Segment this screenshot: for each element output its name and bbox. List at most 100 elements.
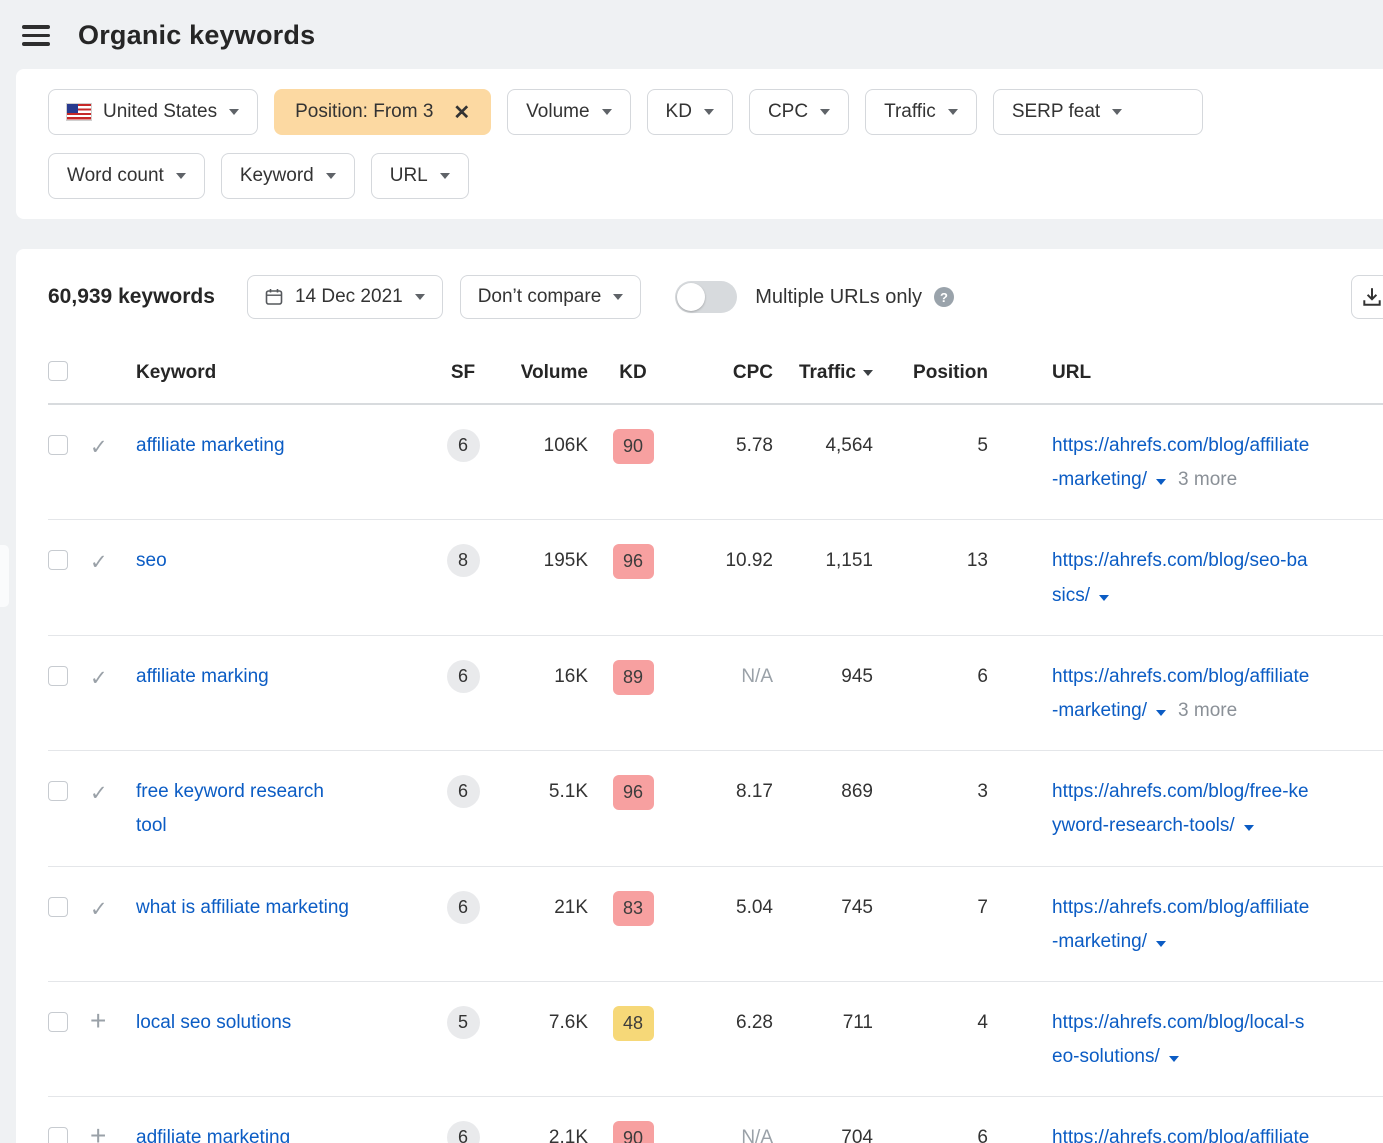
url-dropdown-icon[interactable] [1156,479,1166,485]
traffic-value: 745 [841,897,873,918]
column-header-traffic[interactable]: Traffic [773,343,873,404]
more-link[interactable]: 3 more [1178,700,1237,721]
volume-value: 106K [544,435,588,456]
cpc-value: 10.92 [725,550,773,571]
position-filter-active[interactable]: Position: From 3 ✕ [274,89,491,135]
volume-value: 21K [554,897,588,918]
country-filter[interactable]: United States [48,89,258,135]
export-icon [1361,286,1383,308]
keyword-link[interactable]: free keyword research tool [136,775,358,843]
menu-icon[interactable] [22,21,50,50]
volume-filter[interactable]: Volume [507,89,630,135]
url-dropdown-icon[interactable] [1169,1056,1179,1062]
keyword-filter[interactable]: Keyword [221,153,355,199]
chevron-down-icon [1112,109,1122,115]
page-title: Organic keywords [78,20,315,51]
traffic-value: 1,151 [825,550,873,571]
row-checkbox[interactable] [48,550,68,570]
sort-desc-icon [863,370,873,376]
column-header-keyword[interactable]: Keyword [136,343,438,404]
date-picker[interactable]: 14 Dec 2021 [247,275,443,319]
word-count-filter[interactable]: Word count [48,153,205,199]
url-link[interactable]: https://ahrefs.com/blog/free-keyword-res… [1052,781,1309,836]
us-flag-icon [67,104,91,120]
column-header-position[interactable]: Position [873,343,988,404]
url-dropdown-icon[interactable] [1099,595,1109,601]
column-header-kd[interactable]: KD [588,343,678,404]
traffic-value: 945 [841,666,873,687]
keyword-link[interactable]: affiliate marketing [136,429,285,463]
table-toolbar: 60,939 keywords 14 Dec 2021 Don’t compar… [16,249,1383,343]
compare-dropdown[interactable]: Don’t compare [460,275,642,319]
url-link[interactable]: https://ahrefs.com/blog/affiliate-market… [1052,897,1309,952]
scrollbar-thumb[interactable] [0,545,9,607]
table-row: ✓ affiliate marking 6 16K 89 N/A 945 6 h… [48,635,1383,750]
traffic-value: 4,564 [825,435,873,456]
chevron-down-icon [613,294,623,300]
multiple-urls-toggle[interactable] [675,281,737,313]
kd-badge: 96 [613,544,654,579]
column-header-cpc[interactable]: CPC [678,343,773,404]
calendar-icon [265,288,283,306]
chevron-down-icon [704,109,714,115]
position-value: 7 [977,897,988,918]
kd-badge: 83 [613,891,654,926]
keyword-link[interactable]: affiliate marking [136,660,269,694]
add-icon[interactable]: + [90,1006,106,1036]
keyword-link[interactable]: what is affiliate marketing [136,891,349,925]
export-button[interactable] [1351,275,1383,319]
traffic-filter[interactable]: Traffic [865,89,977,135]
row-checkbox[interactable] [48,897,68,917]
close-icon[interactable]: ✕ [453,100,470,125]
row-checkbox[interactable] [48,435,68,455]
volume-value: 195K [544,550,588,571]
position-value: 6 [977,666,988,687]
volume-value: 7.6K [549,1012,588,1033]
row-checkbox[interactable] [48,1127,68,1143]
kd-badge: 90 [613,1121,654,1143]
sf-badge: 5 [447,1006,480,1039]
url-dropdown-icon[interactable] [1244,825,1254,831]
position-value: 3 [977,781,988,802]
row-checkbox[interactable] [48,1012,68,1032]
column-header-sf[interactable]: SF [438,343,488,404]
serp-features-filter[interactable]: SERP feat [993,89,1203,135]
column-header-url[interactable]: URL [988,343,1383,404]
table-row: ✓ free keyword research tool 6 5.1K 96 8… [48,751,1383,866]
keyword-link[interactable]: seo [136,544,167,578]
kd-filter[interactable]: KD [647,89,733,135]
row-checkbox[interactable] [48,666,68,686]
chevron-down-icon [326,173,336,179]
chevron-down-icon [229,109,239,115]
position-value: 13 [967,550,988,571]
table-row: ✓ seo 8 195K 96 10.92 1,151 13 https://a… [48,520,1383,635]
help-icon[interactable]: ? [934,287,954,307]
url-link[interactable]: https://ahrefs.com/blog/seo-basics/ [1052,550,1308,605]
table-row: ✓ what is affiliate marketing 6 21K 83 5… [48,866,1383,981]
table-row: + local seo solutions 5 7.6K 48 6.28 711… [48,981,1383,1096]
keyword-link[interactable]: local seo solutions [136,1006,291,1040]
url-dropdown-icon[interactable] [1156,941,1166,947]
multiple-urls-label: Multiple URLs only [755,286,922,309]
chevron-down-icon [948,109,958,115]
traffic-value: 869 [841,781,873,802]
row-checkbox[interactable] [48,781,68,801]
position-value: 5 [977,435,988,456]
check-icon: ✓ [90,891,108,929]
kd-badge: 89 [613,660,654,695]
url-filter[interactable]: URL [371,153,469,199]
url-dropdown-icon[interactable] [1156,710,1166,716]
keyword-link[interactable]: adfiliate marketing [136,1121,290,1143]
check-icon: ✓ [90,660,108,698]
column-header-volume[interactable]: Volume [488,343,588,404]
url-link[interactable]: https://ahrefs.com/blog/affiliate-market… [1052,1127,1309,1143]
cpc-filter[interactable]: CPC [749,89,849,135]
chevron-down-icon [440,173,450,179]
keywords-panel: 60,939 keywords 14 Dec 2021 Don’t compar… [16,249,1383,1143]
more-link[interactable]: 3 more [1178,469,1237,490]
kd-badge: 90 [613,429,654,464]
kd-badge: 96 [613,775,654,810]
add-icon[interactable]: + [90,1121,106,1143]
cpc-value: N/A [741,666,773,687]
select-all-checkbox[interactable] [48,361,68,381]
